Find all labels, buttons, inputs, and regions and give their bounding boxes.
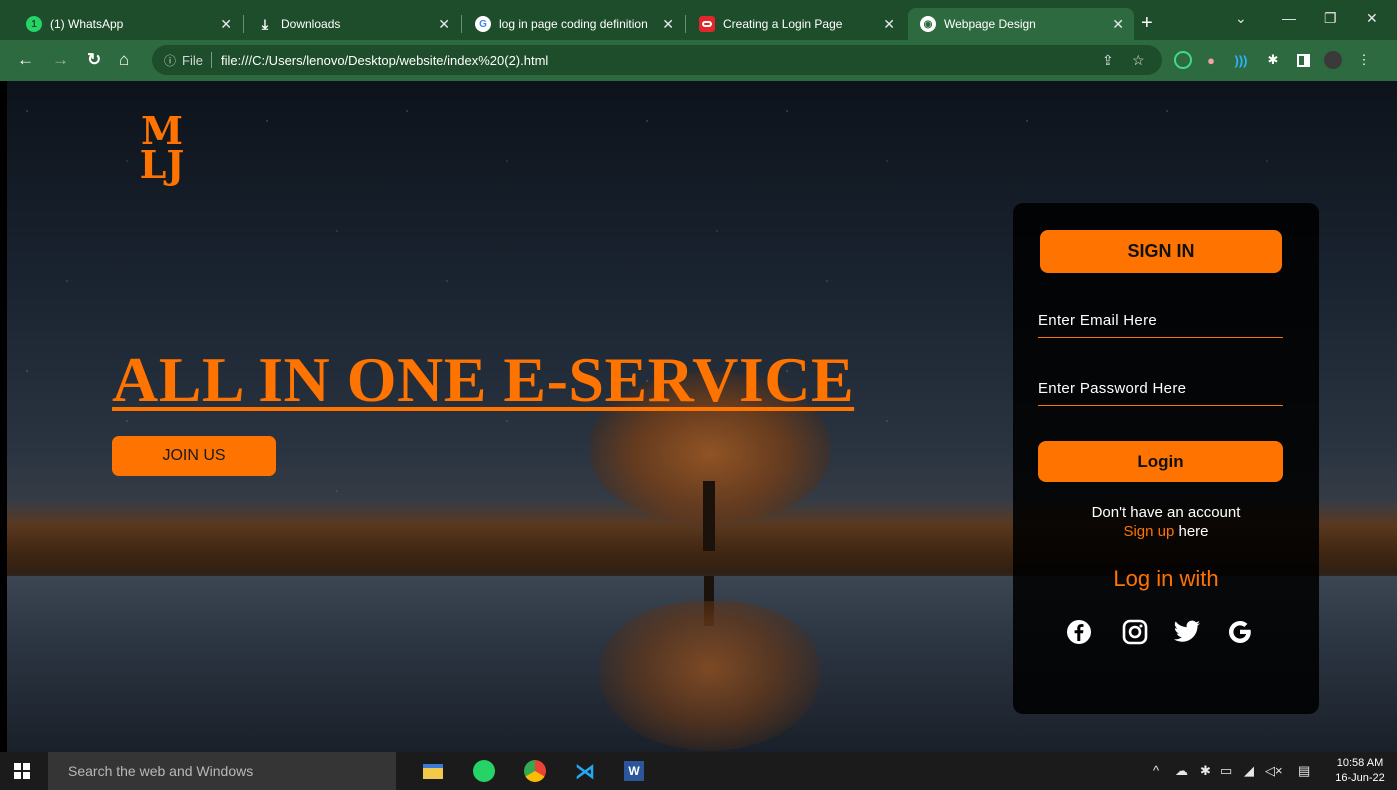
clock-time: 10:58 AM xyxy=(1336,757,1384,769)
url-text[interactable]: file:///C:/Users/lenovo/Desktop/website/… xyxy=(221,53,548,68)
no-account-text: Don't have an account xyxy=(1091,504,1241,521)
home-icon[interactable]: ⌂ xyxy=(119,50,129,70)
signup-line: Sign up here xyxy=(1013,522,1319,541)
tab-title: Downloads xyxy=(281,17,341,31)
wifi-icon[interactable]: ◢ xyxy=(1244,763,1254,779)
read-aloud-extension-icon[interactable]: ))) xyxy=(1232,51,1250,69)
menu-kebab-icon[interactable]: ⋮ xyxy=(1355,51,1373,69)
sign-up-link[interactable]: Sign up xyxy=(1123,523,1174,540)
facebook-icon[interactable] xyxy=(1065,618,1093,646)
tab-title: log in page coding definition xyxy=(499,17,648,31)
forward-icon[interactable]: → xyxy=(52,50,69,70)
side-panel-icon[interactable] xyxy=(1294,51,1312,69)
address-divider xyxy=(211,52,212,68)
vscode-icon[interactable]: ⋊ xyxy=(573,759,597,783)
tab-creating-login[interactable]: Creating a Login Page ✕ xyxy=(687,8,905,40)
new-tab-icon[interactable]: + xyxy=(1141,12,1153,35)
close-icon[interactable]: ✕ xyxy=(662,16,674,33)
login-panel: SIGN IN Enter Email Here Enter Password … xyxy=(1013,203,1319,714)
volume-muted-icon[interactable]: ◁× xyxy=(1265,763,1283,779)
file-explorer-icon[interactable] xyxy=(421,759,445,783)
clock-date: 16-Jun-22 xyxy=(1335,772,1385,784)
tab-webpage-design[interactable]: ◉ Webpage Design ✕ xyxy=(908,8,1134,40)
log-in-with-heading: Log in with xyxy=(1113,566,1219,591)
address-bar[interactable]: ⓘ File file:///C:/Users/lenovo/Desktop/w… xyxy=(152,45,1162,75)
battery-icon[interactable]: ▭ xyxy=(1220,763,1232,779)
notifications-icon[interactable]: ▤ xyxy=(1298,763,1310,779)
page-viewport: M LJ ALL IN ONE E-SERVICE JOIN US SIGN I… xyxy=(7,81,1397,752)
tab-google-search[interactable]: G log in page coding definition ✕ xyxy=(463,8,684,40)
google-icon[interactable] xyxy=(1226,618,1254,646)
windows-taskbar: Search the web and Windows ⋊ W ^ ☁ ✱ ▭ ◢… xyxy=(0,752,1397,790)
whatsapp-icon: 1 xyxy=(26,16,42,32)
bookmark-star-icon[interactable]: ☆ xyxy=(1132,52,1145,69)
onedrive-cloud-icon[interactable]: ☁ xyxy=(1175,763,1188,779)
word-icon[interactable]: W xyxy=(622,759,646,783)
browser-toolbar: ← → ↻ ⌂ ⓘ File file:///C:/Users/lenovo/D… xyxy=(0,40,1397,81)
restore-icon[interactable]: ❐ xyxy=(1324,10,1337,27)
scheme-label: File xyxy=(182,53,203,68)
sign-in-tab[interactable]: SIGN IN xyxy=(1040,230,1282,273)
back-icon[interactable]: ← xyxy=(17,50,34,70)
site-logo[interactable]: M LJ xyxy=(138,112,186,187)
oracle-icon xyxy=(699,16,715,32)
tree-trunk xyxy=(703,481,715,551)
join-us-button[interactable]: JOIN US xyxy=(112,436,276,476)
instagram-icon[interactable] xyxy=(1121,618,1149,646)
signup-prompt: Don't have an account Sign up here xyxy=(1013,503,1319,541)
profile-avatar[interactable] xyxy=(1324,51,1342,69)
close-icon[interactable]: ✕ xyxy=(438,16,450,33)
minimize-icon[interactable]: — xyxy=(1282,10,1296,26)
close-icon[interactable]: ✕ xyxy=(220,16,232,33)
share-icon[interactable]: ⇪ xyxy=(1102,52,1114,69)
windows-start-icon[interactable] xyxy=(14,763,30,779)
extension-icon[interactable]: ● xyxy=(1202,51,1220,69)
login-button[interactable]: Login xyxy=(1038,441,1283,482)
grammarly-extension-icon[interactable] xyxy=(1174,51,1192,69)
taskbar-search-box[interactable]: Search the web and Windows xyxy=(48,752,396,790)
twitter-icon[interactable] xyxy=(1173,618,1201,646)
logo-line-2: LJ xyxy=(139,142,185,187)
tab-divider xyxy=(461,15,462,33)
tab-downloads[interactable]: ⤓ Downloads ✕ xyxy=(245,8,460,40)
bluetooth-icon[interactable]: ✱ xyxy=(1200,763,1211,779)
email-field[interactable]: Enter Email Here xyxy=(1038,308,1283,338)
window-close-icon[interactable]: ✕ xyxy=(1366,10,1378,27)
reload-icon[interactable]: ↻ xyxy=(87,50,101,70)
close-icon[interactable]: ✕ xyxy=(1112,16,1124,33)
globe-icon: ◉ xyxy=(920,16,936,32)
info-icon[interactable]: ⓘ xyxy=(164,52,176,69)
google-icon: G xyxy=(475,16,491,32)
tree-reflection xyxy=(600,601,820,751)
tab-divider xyxy=(685,15,686,33)
download-icon: ⤓ xyxy=(261,15,269,32)
password-field[interactable]: Enter Password Here xyxy=(1038,376,1283,406)
signup-suffix: here xyxy=(1174,523,1209,540)
close-icon[interactable]: ✕ xyxy=(883,16,895,33)
whatsapp-icon[interactable] xyxy=(472,759,496,783)
browser-tab-strip: 1 (1) WhatsApp ✕ ⤓ Downloads ✕ G log in … xyxy=(0,0,1397,40)
chrome-icon[interactable] xyxy=(523,759,547,783)
tab-search-icon[interactable]: ⌄ xyxy=(1235,10,1247,27)
system-clock[interactable]: 10:58 AM 16-Jun-22 xyxy=(1330,756,1390,786)
tab-title: Creating a Login Page xyxy=(723,17,843,31)
tab-divider xyxy=(243,15,244,33)
tab-title: Webpage Design xyxy=(944,17,1036,31)
extensions-puzzle-icon[interactable]: ✱ xyxy=(1264,51,1282,69)
chevron-up-icon[interactable]: ^ xyxy=(1153,763,1159,778)
tab-title: (1) WhatsApp xyxy=(50,17,124,31)
tab-whatsapp[interactable]: 1 (1) WhatsApp ✕ xyxy=(14,8,242,40)
hero-title: ALL IN ONE E-SERVICE xyxy=(112,344,855,415)
